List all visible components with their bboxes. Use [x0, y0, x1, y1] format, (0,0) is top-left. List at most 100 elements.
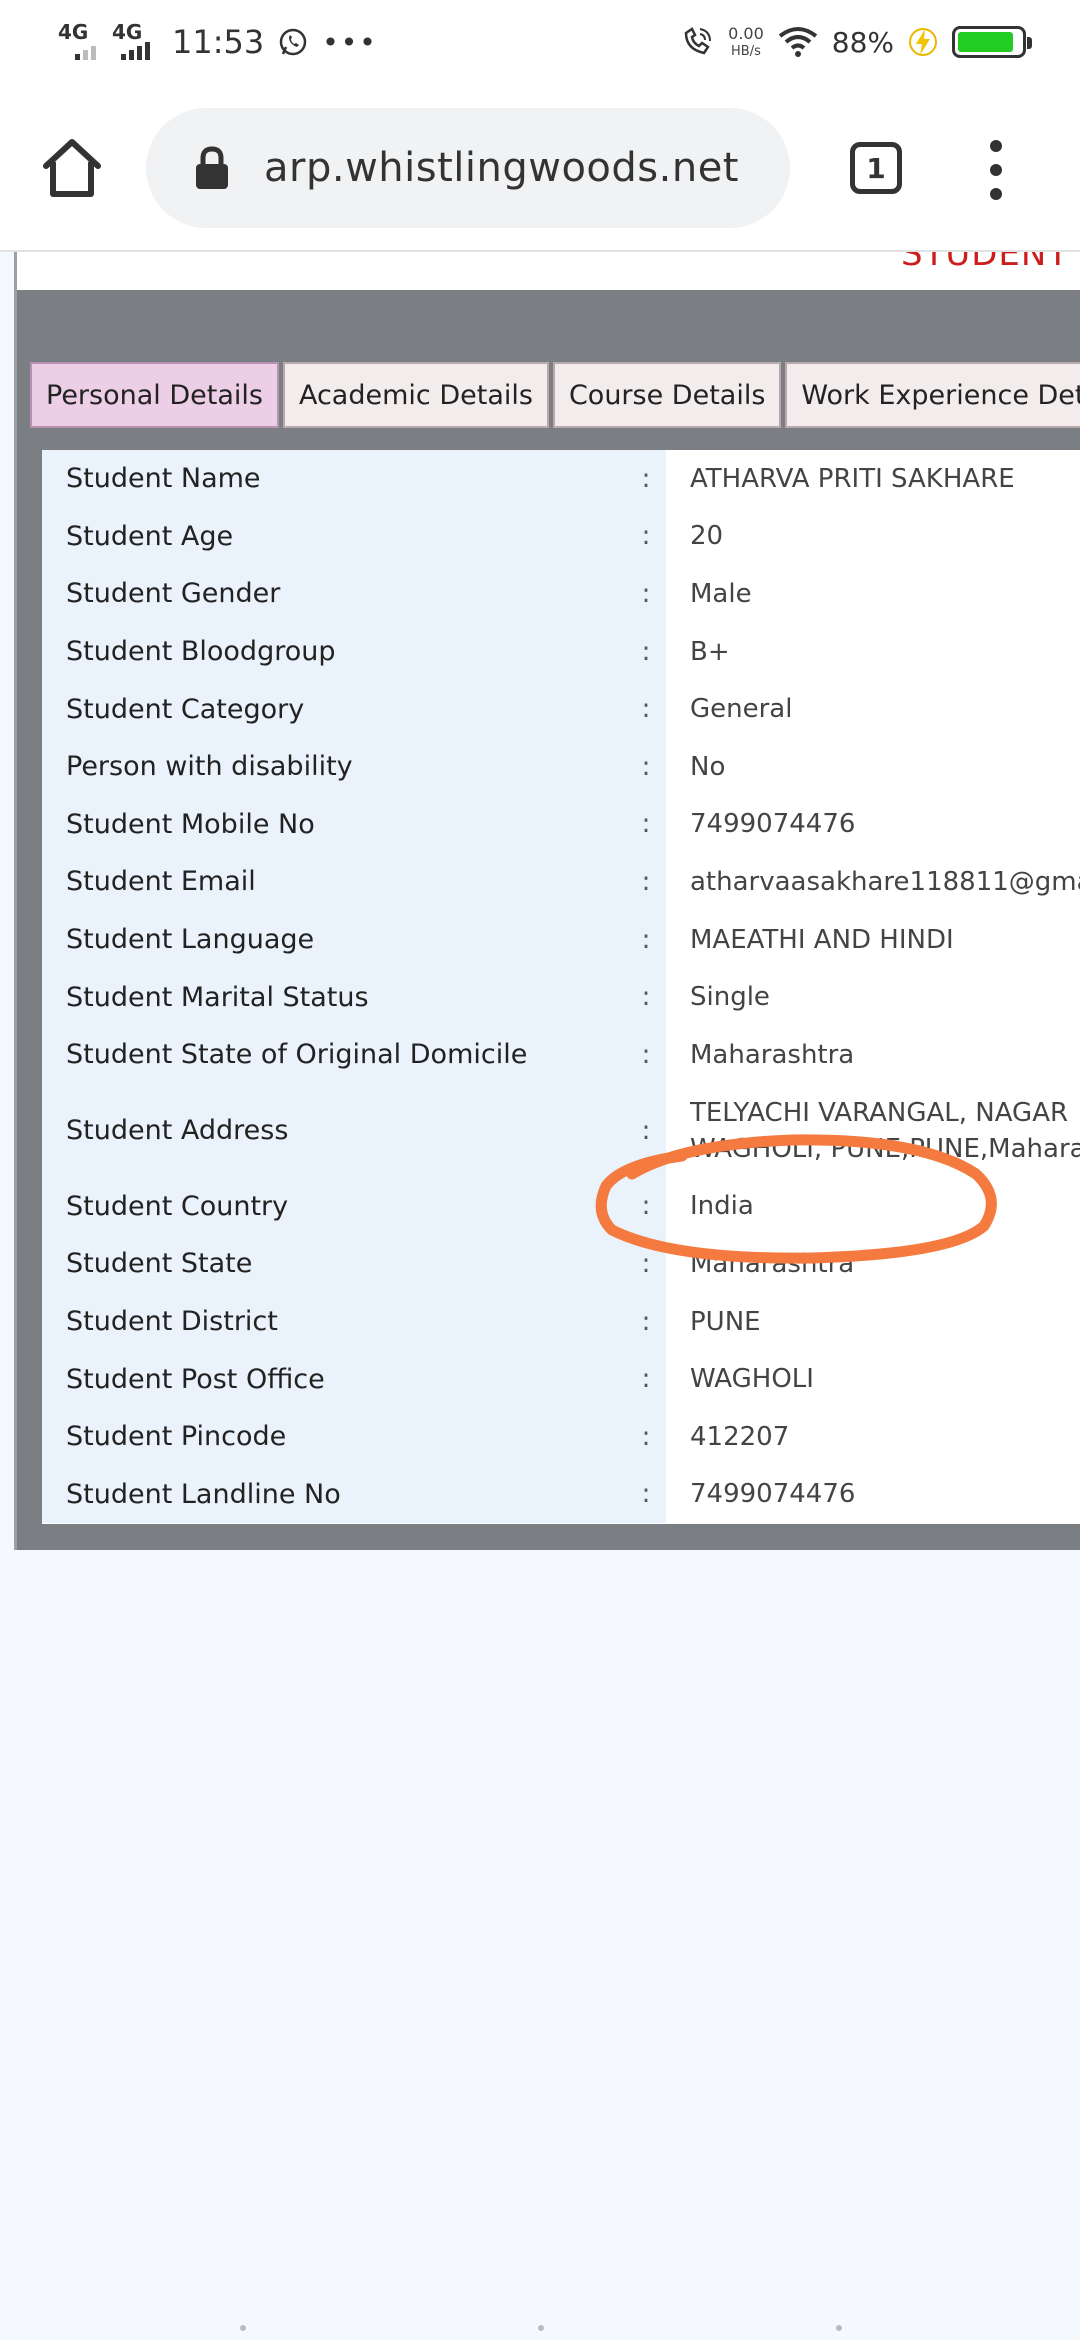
detail-label: Student Email: [42, 853, 666, 911]
detail-row-state: Student State : Maharashtra: [42, 1235, 1080, 1293]
wifi-calling-icon: [684, 27, 712, 55]
detail-row-country: Student Country : India: [42, 1177, 1080, 1236]
speed-value: 0.00: [728, 24, 764, 43]
detail-row-post-office: Student Post Office : WAGHOLI: [42, 1350, 1080, 1408]
tab-switcher-button[interactable]: 1: [850, 142, 902, 194]
browser-menu-icon[interactable]: [984, 140, 1008, 200]
detail-row-age: Student Age : 20: [42, 507, 1080, 566]
tab-academic-details[interactable]: Academic Details: [282, 362, 549, 428]
detail-label: Student Bloodgroup: [42, 622, 666, 681]
detail-value: PUNE: [670, 1292, 1080, 1351]
detail-label: Student Gender: [42, 565, 666, 623]
detail-row-category: Student Category : General: [42, 680, 1080, 738]
detail-row-domicile: Student State of Original Domicile : Mah…: [42, 1025, 1080, 1084]
detail-label: Student State: [42, 1235, 666, 1293]
detail-value: B+: [670, 622, 1080, 681]
network-4g-icon-2: 4G: [110, 20, 150, 62]
detail-label: Student Age: [42, 507, 666, 566]
detail-separator: :: [641, 578, 651, 609]
detail-row-name: Student Name : ATHARVA PRITI SAKHARE: [42, 450, 1080, 508]
network-4g-icon: 4G: [56, 20, 96, 62]
page-header: STUDENT PI: [14, 252, 1080, 290]
detail-value: Maharashtra: [670, 1235, 1080, 1293]
clock: 11:53: [172, 23, 265, 61]
gesture-bar: [0, 2325, 1080, 2335]
address-line-1: TELYACHI VARANGAL, NAGAR: [690, 1097, 1069, 1128]
detail-label: Student State of Original Domicile: [42, 1025, 666, 1084]
detail-separator: :: [641, 1191, 651, 1222]
detail-row-language: Student Language : MAEATHI AND HINDI: [42, 910, 1080, 969]
tab-bar: Personal Details Academic Details Course…: [30, 362, 1080, 428]
detail-row-mobile: Student Mobile No : 7499074476: [42, 795, 1080, 854]
wifi-icon: [778, 27, 817, 57]
tab-work-experience[interactable]: Work Experience Det: [785, 362, 1080, 428]
tab-course-details[interactable]: Course Details: [552, 362, 782, 428]
detail-label: Student Pincode: [42, 1407, 666, 1466]
detail-value: 7499074476: [670, 1465, 1080, 1524]
detail-row-bloodgroup: Student Bloodgroup : B+: [42, 622, 1080, 681]
detail-separator: :: [641, 924, 651, 955]
detail-value: No: [670, 737, 1080, 796]
detail-label: Student Country: [42, 1177, 666, 1236]
more-notifications: •••: [322, 25, 378, 59]
detail-separator: :: [641, 751, 651, 782]
detail-value: TELYACHI VARANGAL, NAGAR WAGHOLI, PUNE,P…: [670, 1083, 1080, 1178]
detail-row-address: Student Address : TELYACHI VARANGAL, NAG…: [42, 1083, 1080, 1178]
detail-separator: :: [641, 1115, 651, 1146]
detail-separator: :: [641, 866, 651, 897]
speed-unit: HB/s: [731, 44, 761, 59]
detail-value: atharvaasakhare118811@gma: [670, 853, 1080, 911]
details-table: Student Name : ATHARVA PRITI SAKHARE Stu…: [42, 450, 1080, 1524]
detail-value: 7499074476: [670, 795, 1080, 854]
detail-value: 20: [670, 507, 1080, 566]
network-label-2: 4G: [112, 20, 143, 44]
detail-row-district: Student District : PUNE: [42, 1292, 1080, 1351]
detail-label: Person with disability: [42, 737, 666, 796]
detail-separator: :: [641, 1479, 651, 1510]
detail-separator: :: [641, 1421, 651, 1452]
detail-separator: :: [641, 694, 651, 725]
detail-label: Student Language: [42, 910, 666, 969]
detail-separator: :: [641, 1364, 651, 1395]
detail-separator: :: [641, 1306, 651, 1337]
detail-row-gender: Student Gender : Male: [42, 565, 1080, 623]
detail-value: Single: [670, 968, 1080, 1026]
detail-row-email: Student Email : atharvaasakhare118811@gm…: [42, 853, 1080, 911]
address-line-2: WAGHOLI, PUNE,PUNE,Mahara: [690, 1133, 1080, 1164]
detail-separator: :: [641, 463, 651, 494]
status-bar: 4G 4G 11:53 ••• 0.00 HB/s 88%: [0, 0, 1080, 84]
network-speed: 0.00 HB/s: [728, 24, 764, 59]
detail-separator: :: [641, 1039, 651, 1070]
status-right: 0.00 HB/s 88%: [680, 24, 1032, 59]
detail-value: Maharashtra: [670, 1025, 1080, 1084]
status-left: 4G 4G 11:53 •••: [56, 20, 378, 62]
network-label: 4G: [58, 20, 89, 44]
detail-separator: :: [641, 809, 651, 840]
page-content: STUDENT PI Personal Details Academic Det…: [0, 252, 1080, 2340]
browser-toolbar: arp.whistlingwoods.net 1: [0, 84, 1080, 252]
url-text: arp.whistlingwoods.net: [264, 145, 739, 191]
detail-value: ATHARVA PRITI SAKHARE: [670, 450, 1080, 508]
detail-separator: :: [641, 636, 651, 667]
detail-label: Student Landline No: [42, 1465, 666, 1524]
whatsapp-icon: [279, 28, 307, 56]
detail-separator: :: [641, 521, 651, 552]
detail-label: Student Address: [42, 1083, 666, 1178]
detail-row-marital-status: Student Marital Status : Single: [42, 968, 1080, 1026]
tab-personal-details[interactable]: Personal Details: [30, 362, 279, 428]
detail-row-pincode: Student Pincode : 412207: [42, 1407, 1080, 1466]
detail-value: MAEATHI AND HINDI: [670, 910, 1080, 969]
charging-icon: [909, 28, 937, 56]
detail-label: Student District: [42, 1292, 666, 1351]
detail-label: Student Marital Status: [42, 968, 666, 1026]
home-icon[interactable]: [40, 136, 104, 200]
battery-percent: 88%: [831, 25, 894, 59]
detail-separator: :: [641, 1248, 651, 1279]
detail-label: Student Category: [42, 680, 666, 738]
detail-separator: :: [641, 982, 651, 1013]
detail-row-landline: Student Landline No : 7499074476: [42, 1465, 1080, 1524]
lock-icon: [196, 146, 228, 189]
detail-value: Male: [670, 565, 1080, 623]
address-bar[interactable]: arp.whistlingwoods.net: [146, 108, 790, 228]
battery-icon: [952, 26, 1032, 58]
